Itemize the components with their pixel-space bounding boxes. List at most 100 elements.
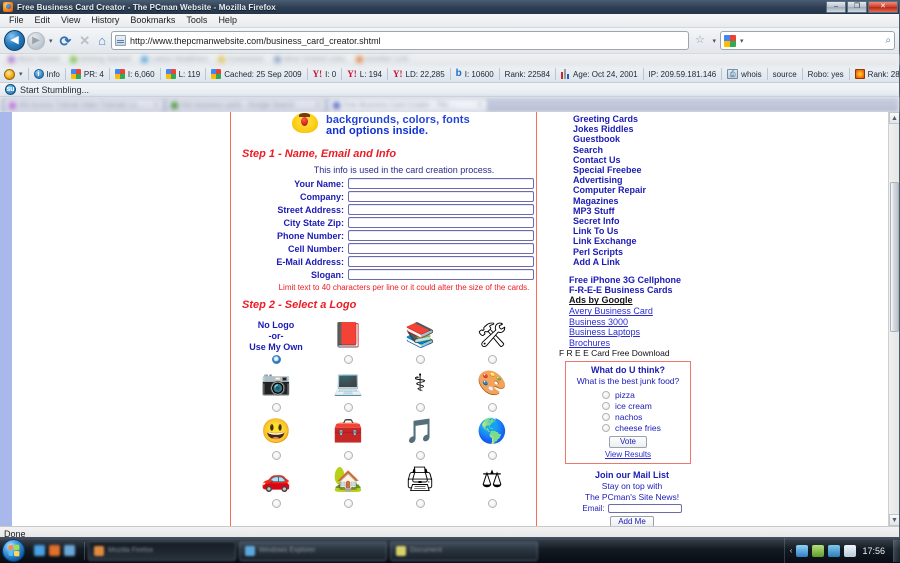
poll-option-ice-cream[interactable]: ice cream bbox=[566, 400, 690, 411]
bookmark-item[interactable]: Most Visited Links bbox=[273, 56, 346, 63]
tab-close-icon[interactable]: ✕ bbox=[153, 101, 159, 109]
bookmark-item[interactable]: Another Link bbox=[355, 56, 409, 63]
addon-bing-indexed[interactable]: b I: 10600 bbox=[454, 69, 496, 79]
sidebar-link-special-freebee[interactable]: Special Freebee bbox=[557, 165, 707, 175]
your-name-input[interactable] bbox=[348, 178, 534, 189]
logo-option-toolbox[interactable]: 🧰 bbox=[312, 413, 384, 460]
addon-alexa-rank[interactable]: Rank: 2800 bbox=[853, 69, 899, 79]
email-address-input[interactable] bbox=[348, 256, 534, 267]
bookmark-item[interactable]: Latest Headlines bbox=[141, 56, 208, 63]
sidebar-link-jokes-riddles[interactable]: Jokes Riddles bbox=[557, 124, 707, 134]
browser-tab-active[interactable]: Free Business Card Creator - The ... ✕ bbox=[328, 98, 488, 111]
ie-icon[interactable] bbox=[34, 545, 45, 556]
search-bar[interactable]: ▾ ⌕ bbox=[720, 31, 895, 50]
logo-radio-smiley[interactable] bbox=[271, 451, 281, 460]
menu-history[interactable]: History bbox=[86, 14, 124, 27]
stop-icon[interactable]: ✕ bbox=[76, 34, 93, 47]
explorer-icon[interactable] bbox=[64, 545, 75, 556]
ad-link-avery-business-card[interactable]: Avery Business Card bbox=[557, 306, 707, 316]
sidebar-link-link-to-us[interactable]: Link To Us bbox=[557, 226, 707, 236]
poll-radio-cheese-fries[interactable] bbox=[602, 423, 610, 432]
menu-edit[interactable]: Edit bbox=[30, 14, 56, 27]
addon-google-pr[interactable]: PR: 4 bbox=[69, 69, 106, 79]
logo-option-music[interactable]: 🎵 bbox=[384, 413, 456, 460]
browser-tab[interactable]: free business cards - Google Search ✕ bbox=[166, 98, 326, 111]
taskbar-task-document[interactable]: Document bbox=[390, 540, 538, 561]
search-magnifier-icon[interactable]: ⌕ bbox=[885, 35, 891, 46]
addon-robots[interactable]: Robo: yes bbox=[806, 70, 846, 79]
reload-icon[interactable]: ⟳ bbox=[57, 34, 75, 48]
addon-rank[interactable]: Rank: 22584 bbox=[503, 70, 552, 79]
bookmark-item[interactable]: Getting Started bbox=[69, 56, 132, 63]
logo-radio-art[interactable] bbox=[487, 403, 497, 412]
firefox-icon[interactable] bbox=[49, 545, 60, 556]
logo-option-no-logo[interactable]: No Logo -or- Use My Own bbox=[240, 317, 312, 364]
cell-number-input[interactable] bbox=[348, 243, 534, 254]
logo-radio-toolbox[interactable] bbox=[343, 451, 353, 460]
logo-radio-music[interactable] bbox=[415, 451, 425, 460]
street-address-input[interactable] bbox=[348, 204, 534, 215]
addon-whois[interactable]: ⎙ whois bbox=[725, 69, 763, 79]
search-engine-caret[interactable]: ▾ bbox=[738, 37, 746, 45]
promo-link-iphone[interactable]: Free iPhone 3G Cellphone bbox=[557, 275, 681, 285]
add-me-button[interactable]: Add Me bbox=[610, 516, 654, 526]
poll-radio-ice-cream[interactable] bbox=[602, 401, 610, 410]
addon-age[interactable]: Age: Oct 24, 2001 bbox=[559, 69, 640, 79]
phone-number-input[interactable] bbox=[348, 230, 534, 241]
slogan-input[interactable] bbox=[348, 269, 534, 280]
addon-google-cached[interactable]: Cached: 25 Sep 2009 bbox=[209, 69, 303, 79]
poll-option-pizza[interactable]: pizza bbox=[566, 389, 690, 400]
poll-radio-pizza[interactable] bbox=[602, 390, 610, 399]
logo-option-typewriter[interactable]: 🖨 bbox=[384, 461, 456, 508]
sidebar-link-search[interactable]: Search bbox=[557, 145, 707, 155]
logo-radio-globe[interactable] bbox=[487, 451, 497, 460]
maximize-button[interactable]: ❐ bbox=[847, 0, 867, 13]
sync-icon[interactable] bbox=[828, 544, 841, 557]
network-icon[interactable] bbox=[796, 544, 809, 557]
sidebar-link-advertising[interactable]: Advertising bbox=[557, 175, 707, 185]
poll-option-nachos[interactable]: nachos bbox=[566, 411, 690, 422]
ad-link-business-3000[interactable]: Business 3000 bbox=[557, 317, 707, 327]
logo-option-legal[interactable]: ⚖ bbox=[456, 461, 528, 508]
bookmark-item[interactable]: Customize bbox=[218, 56, 264, 63]
sidebar-link-computer-repair[interactable]: Computer Repair bbox=[557, 185, 707, 195]
tab-close-icon[interactable]: ✕ bbox=[477, 101, 483, 109]
promo-link-free-business-cards[interactable]: F-R-E-E Business Cards bbox=[557, 285, 673, 295]
taskbar-clock[interactable]: 17:56 bbox=[860, 546, 885, 556]
ad-link-brochures[interactable]: Brochures bbox=[557, 338, 707, 348]
view-results-link[interactable]: View Results bbox=[566, 450, 690, 459]
logo-option-globe[interactable]: 🌎 bbox=[456, 413, 528, 460]
address-bar[interactable]: http://www.thepcmanwebsite.com/business_… bbox=[111, 31, 690, 50]
forward-button[interactable]: ▶ bbox=[27, 31, 45, 50]
logo-option-car[interactable]: 🚗 bbox=[240, 461, 312, 508]
sidebar-link-mp3-stuff[interactable]: MP3 Stuff bbox=[557, 206, 707, 216]
browser-tab[interactable]: MS Access Tutorial Video Tutorials Le...… bbox=[4, 98, 164, 111]
poll-radio-nachos[interactable] bbox=[602, 412, 610, 421]
menu-help[interactable]: Help bbox=[213, 14, 242, 27]
logo-option-computer[interactable]: 💻 bbox=[312, 365, 384, 412]
logo-radio-books[interactable] bbox=[415, 355, 425, 364]
antivirus-icon[interactable] bbox=[812, 544, 825, 557]
sidebar-link-secret-info[interactable]: Secret Info bbox=[557, 216, 707, 226]
addon-yahoo-indexed[interactable]: Y! I: 0 bbox=[311, 69, 339, 79]
sidebar-link-contact-us[interactable]: Contact Us bbox=[557, 155, 707, 165]
star-dropdown[interactable]: ▾ bbox=[710, 37, 718, 45]
logo-radio-typewriter[interactable] bbox=[415, 499, 425, 508]
addon-info-button[interactable]: i Info bbox=[32, 69, 62, 79]
logo-option-medical[interactable]: ⚕ bbox=[384, 365, 456, 412]
logo-option-art[interactable]: 🎨 bbox=[456, 365, 528, 412]
addon-google-links[interactable]: L: 119 bbox=[164, 69, 203, 79]
close-button[interactable]: ✕ bbox=[868, 0, 898, 13]
logo-radio-house[interactable] bbox=[343, 499, 353, 508]
tray-expand-icon[interactable]: ‹ bbox=[790, 546, 793, 555]
start-button[interactable] bbox=[2, 539, 25, 562]
menu-bookmarks[interactable]: Bookmarks bbox=[125, 14, 180, 27]
bookmark-star-icon[interactable]: ☆ bbox=[691, 31, 708, 50]
nav-history-dropdown[interactable]: ▾ bbox=[47, 37, 55, 45]
start-stumbling-button[interactable]: Start Stumbling... bbox=[20, 85, 89, 95]
page-vertical-scrollbar[interactable]: ▲ ▼ bbox=[888, 112, 899, 526]
logo-radio-camera[interactable] bbox=[271, 403, 281, 412]
sidebar-link-magazines[interactable]: Magazines bbox=[557, 196, 707, 206]
sidebar-link-guestbook[interactable]: Guestbook bbox=[557, 134, 707, 144]
menu-tools[interactable]: Tools bbox=[181, 14, 212, 27]
